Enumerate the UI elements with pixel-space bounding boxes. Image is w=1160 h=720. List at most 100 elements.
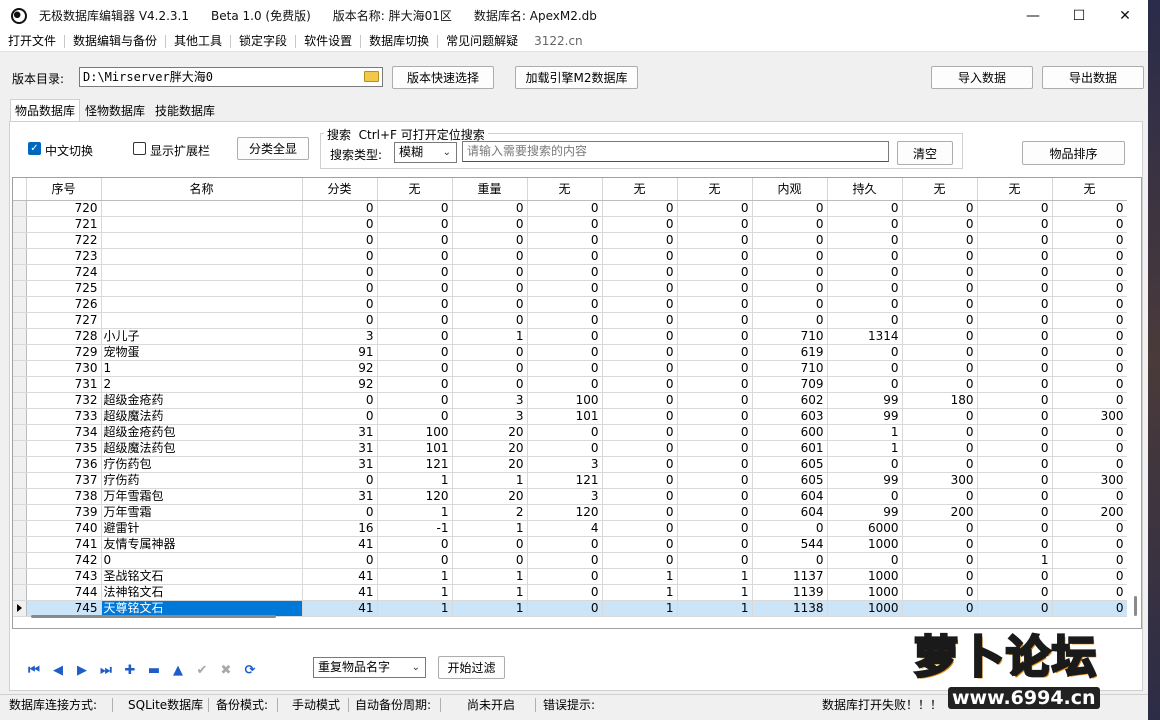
table-cell[interactable]: 0 — [302, 200, 378, 217]
table-cell[interactable]: 0 — [602, 200, 678, 217]
row-indicator[interactable] — [13, 536, 27, 553]
table-row[interactable]: 728 小儿子 3 0 1 0 0 0 710 1314 0 0 0 — [13, 328, 1128, 345]
table-cell[interactable]: 6000 — [827, 520, 903, 537]
table-cell[interactable]: 1000 — [827, 568, 903, 585]
table-cell[interactable]: 20 — [452, 456, 528, 473]
table-cell[interactable] — [101, 264, 303, 281]
table-cell[interactable]: 101 — [377, 440, 453, 457]
start-filter-button[interactable]: 开始过滤 — [438, 656, 505, 679]
row-indicator[interactable] — [13, 472, 27, 489]
quick-select-button[interactable]: 版本快速选择 — [392, 66, 494, 89]
table-cell[interactable]: 0 — [827, 216, 903, 233]
row-indicator[interactable] — [13, 488, 27, 505]
table-cell[interactable]: 544 — [752, 536, 828, 553]
table-cell[interactable]: 92 — [302, 376, 378, 393]
table-cell[interactable]: 1 — [827, 424, 903, 441]
table-cell[interactable]: 0 — [977, 312, 1053, 329]
row-indicator[interactable] — [13, 456, 27, 473]
table-cell[interactable]: 0 — [677, 376, 753, 393]
row-indicator[interactable] — [13, 232, 27, 249]
column-header[interactable]: 重量 — [452, 178, 528, 201]
table-cell[interactable]: 1 — [377, 584, 453, 601]
table-cell[interactable]: 0 — [902, 344, 978, 361]
table-cell[interactable]: 0 — [527, 216, 603, 233]
table-cell[interactable]: 0 — [1052, 488, 1128, 505]
row-indicator[interactable] — [13, 312, 27, 329]
table-cell[interactable]: 1 — [452, 472, 528, 489]
table-row[interactable]: 741 友情专属神器 41 0 0 0 0 0 544 1000 0 0 0 — [13, 536, 1128, 553]
table-cell[interactable]: 0 — [1052, 600, 1128, 617]
column-header[interactable]: 无 — [1052, 178, 1128, 201]
table-cell[interactable]: 731 — [26, 376, 102, 393]
table-cell[interactable]: 0 — [602, 536, 678, 553]
table-cell[interactable]: 121 — [527, 472, 603, 489]
table-cell[interactable]: 300 — [1052, 408, 1128, 425]
table-cell[interactable]: 0 — [302, 216, 378, 233]
table-cell[interactable]: 1 — [452, 568, 528, 585]
table-cell[interactable]: 742 — [26, 552, 102, 569]
table-cell[interactable]: 31 — [302, 488, 378, 505]
column-header[interactable]: 分类 — [302, 178, 378, 201]
table-cell[interactable]: 732 — [26, 392, 102, 409]
row-indicator[interactable] — [13, 552, 27, 569]
table-cell[interactable]: 0 — [377, 200, 453, 217]
table-cell[interactable]: 0 — [602, 312, 678, 329]
table-row[interactable]: 737 疗伤药 0 1 1 121 0 0 605 99 300 0 300 — [13, 472, 1128, 489]
table-cell[interactable]: 725 — [26, 280, 102, 297]
table-cell[interactable]: 20 — [452, 424, 528, 441]
table-cell[interactable]: 0 — [677, 472, 753, 489]
row-indicator[interactable] — [13, 360, 27, 377]
table-cell[interactable]: 300 — [1052, 472, 1128, 489]
table-cell[interactable]: 0 — [827, 552, 903, 569]
table-cell[interactable]: 0 — [902, 312, 978, 329]
table-cell[interactable]: 1314 — [827, 328, 903, 345]
table-cell[interactable]: 0 — [752, 552, 828, 569]
prev-page-icon[interactable]: ◀ — [46, 660, 70, 680]
table-cell[interactable]: 0 — [602, 232, 678, 249]
table-cell[interactable]: 0 — [977, 296, 1053, 313]
table-cell[interactable]: 0 — [377, 408, 453, 425]
table-row[interactable]: 734 超级金疮药包 31 100 20 0 0 0 600 1 0 0 0 — [13, 424, 1128, 441]
table-cell[interactable] — [101, 232, 303, 249]
column-header[interactable]: 无 — [677, 178, 753, 201]
table-cell[interactable]: 41 — [302, 584, 378, 601]
table-cell[interactable]: 0 — [527, 536, 603, 553]
menu-open-file[interactable]: 打开文件 — [0, 31, 64, 52]
table-cell[interactable]: 0 — [1052, 296, 1128, 313]
table-cell[interactable]: 0 — [677, 488, 753, 505]
table-cell[interactable]: 0 — [902, 424, 978, 441]
table-cell[interactable]: 1139 — [752, 584, 828, 601]
table-cell[interactable]: 0 — [827, 248, 903, 265]
table-cell[interactable]: 3 — [527, 488, 603, 505]
table-cell[interactable]: 0 — [977, 440, 1053, 457]
table-row[interactable]: 724 0 0 0 0 0 0 0 0 0 0 0 — [13, 264, 1128, 281]
table-cell[interactable]: 723 — [26, 248, 102, 265]
row-indicator[interactable] — [13, 600, 27, 617]
row-indicator[interactable] — [13, 568, 27, 585]
menu-data-edit-backup[interactable]: 数据编辑与备份 — [65, 31, 165, 52]
table-cell[interactable]: 0 — [377, 264, 453, 281]
table-cell[interactable]: -1 — [377, 520, 453, 537]
table-cell[interactable]: 0 — [977, 584, 1053, 601]
table-cell[interactable]: 0 — [602, 376, 678, 393]
table-cell[interactable]: 0 — [452, 296, 528, 313]
table-cell[interactable]: 0 — [677, 216, 753, 233]
table-cell[interactable]: 0 — [677, 328, 753, 345]
table-cell[interactable]: 疗伤药包 — [101, 456, 303, 473]
table-cell[interactable]: 0 — [752, 216, 828, 233]
table-cell[interactable]: 0 — [1052, 536, 1128, 553]
table-cell[interactable]: 0 — [101, 552, 303, 569]
table-cell[interactable]: 0 — [527, 200, 603, 217]
table-cell[interactable]: 0 — [1052, 440, 1128, 457]
table-cell[interactable]: 0 — [377, 312, 453, 329]
table-cell[interactable]: 0 — [902, 520, 978, 537]
table-cell[interactable]: 0 — [902, 552, 978, 569]
table-cell[interactable]: 0 — [302, 280, 378, 297]
table-cell[interactable]: 0 — [677, 232, 753, 249]
table-cell[interactable]: 疗伤药 — [101, 472, 303, 489]
table-cell[interactable]: 1 — [452, 520, 528, 537]
table-cell[interactable]: 0 — [977, 520, 1053, 537]
table-cell[interactable]: 0 — [527, 376, 603, 393]
table-cell[interactable]: 0 — [752, 232, 828, 249]
table-cell[interactable]: 0 — [977, 360, 1053, 377]
